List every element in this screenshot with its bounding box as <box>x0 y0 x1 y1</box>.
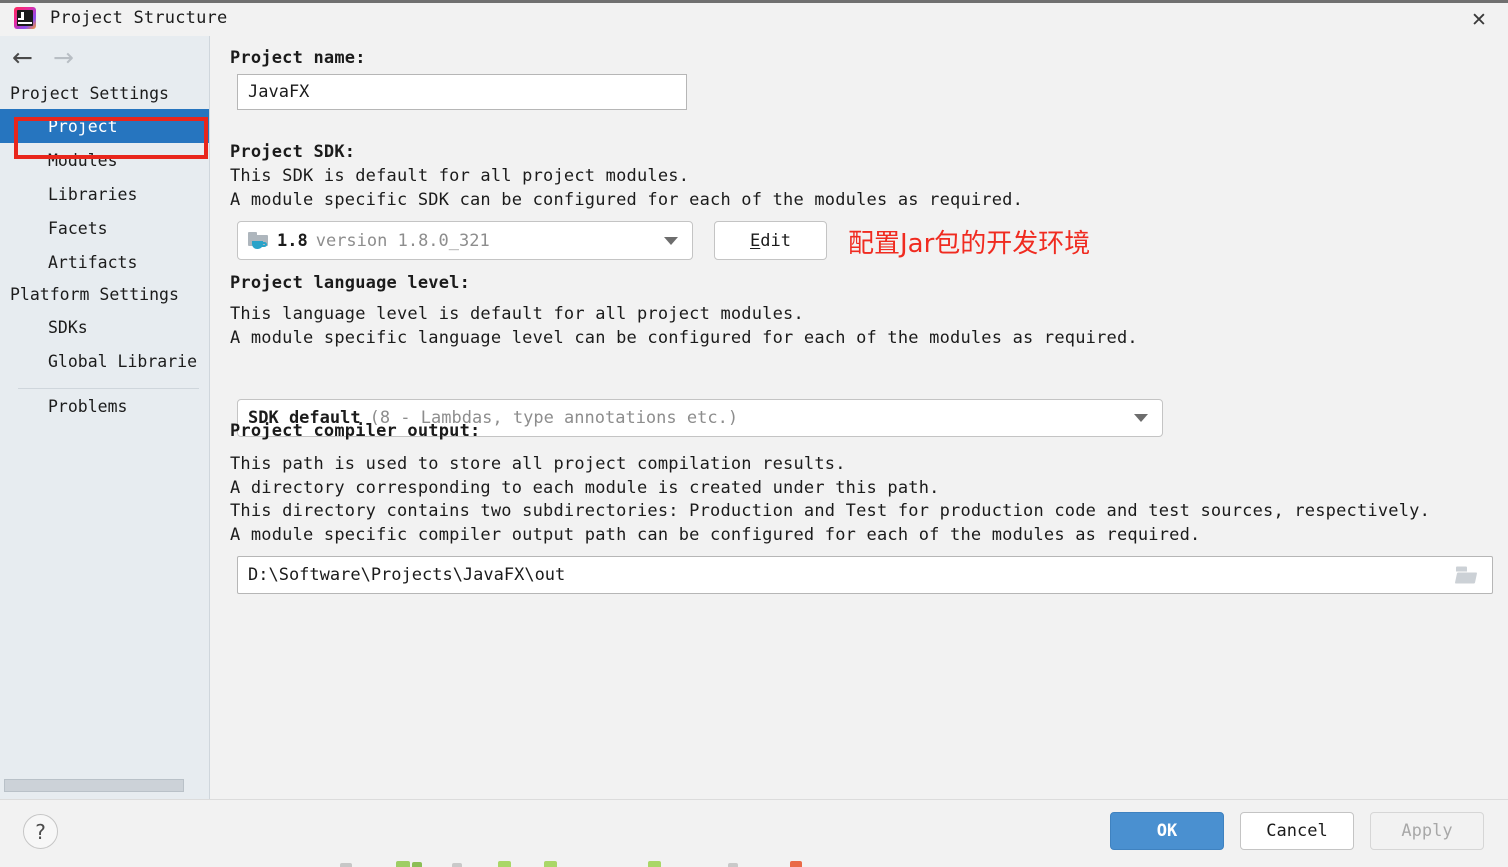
sidebar-item-modules[interactable]: Modules <box>0 143 209 177</box>
arrow-right-icon[interactable]: → <box>53 45 74 70</box>
ok-button[interactable]: OK <box>1110 812 1224 850</box>
intellij-idea-icon <box>14 7 36 29</box>
sidebar-item-label: Libraries <box>48 184 138 204</box>
sidebar-item-global-libraries[interactable]: Global Librarie <box>0 344 209 378</box>
help-button-label: ? <box>35 819 46 844</box>
taskbar-peek <box>0 858 1508 867</box>
project-sdk-desc-line2: A module specific SDK can be configured … <box>230 190 1024 210</box>
folder-browse-icon[interactable] <box>1454 566 1478 584</box>
language-level-desc-line1: This language level is default for all p… <box>230 304 804 324</box>
sidebar-item-label: Facets <box>48 218 108 238</box>
language-level-label: Project language level: <box>230 273 471 293</box>
compiler-output-desc-line2: A directory corresponding to each module… <box>230 478 940 498</box>
sidebar-item-label: Modules <box>48 150 118 170</box>
language-level-desc-line2: A module specific language level can be … <box>230 328 1138 348</box>
sidebar-item-sdks[interactable]: SDKs <box>0 310 209 344</box>
edit-button-mnemonic: E <box>750 230 761 251</box>
project-settings-panel: Project name: JavaFX Project SDK: This S… <box>211 36 1508 799</box>
sidebar-nav-buttons: ← → <box>0 36 209 78</box>
sidebar-item-label: Global Librarie <box>48 351 198 371</box>
annotation-note-sdk: 配置Jar包的开发环境 <box>848 229 1091 259</box>
compiler-output-desc-line4: A module specific compiler output path c… <box>230 525 1201 545</box>
cancel-button-label: Cancel <box>1266 821 1328 841</box>
sidebar-horizontal-scrollbar[interactable] <box>4 779 184 792</box>
sidebar-item-problems[interactable]: Problems <box>0 389 209 423</box>
sidebar-item-facets[interactable]: Facets <box>0 211 209 245</box>
sidebar-item-artifacts[interactable]: Artifacts <box>0 245 209 279</box>
title-bar: Project Structure ✕ <box>0 0 1508 36</box>
project-sdk-combo[interactable]: 1.8 version 1.8.0_321 <box>237 221 693 260</box>
edit-button-label-rest: dit <box>760 230 791 251</box>
compiler-output-input[interactable]: D:\Software\Projects\JavaFX\out <box>237 556 1493 594</box>
titlebar-accent-line <box>0 0 1508 3</box>
compiler-output-desc-line1: This path is used to store all project c… <box>230 454 846 474</box>
compiler-output-desc-line3: This directory contains two subdirectori… <box>230 501 1431 521</box>
chevron-down-icon[interactable] <box>664 236 678 245</box>
project-name-input[interactable]: JavaFX <box>237 74 687 110</box>
arrow-left-icon[interactable]: ← <box>12 45 33 70</box>
dialog-footer: ? OK Cancel Apply <box>0 799 1508 867</box>
compiler-output-value: D:\Software\Projects\JavaFX\out <box>248 565 566 585</box>
sidebar-group-project-settings: Project Settings <box>10 84 169 103</box>
apply-button-label: Apply <box>1401 821 1453 841</box>
sidebar-item-label: Problems <box>48 396 128 416</box>
project-name-value: JavaFX <box>248 82 310 102</box>
java-sdk-folder-icon <box>248 231 270 251</box>
project-sdk-desc-line1: This SDK is default for all project modu… <box>230 166 690 186</box>
project-sdk-version: version 1.8.0_321 <box>315 230 490 251</box>
window-title: Project Structure <box>50 8 228 28</box>
question-mark-icon[interactable]: ? <box>23 814 58 849</box>
project-sdk-label: Project SDK: <box>230 142 356 162</box>
project-name-label: Project name: <box>230 48 366 68</box>
cancel-button[interactable]: Cancel <box>1240 812 1354 850</box>
sidebar-group-platform-settings: Platform Settings <box>10 285 179 304</box>
sidebar-item-libraries[interactable]: Libraries <box>0 177 209 211</box>
ok-button-label: OK <box>1156 821 1178 841</box>
compiler-output-label: Project compiler output: <box>230 421 481 441</box>
sidebar-item-label: SDKs <box>48 317 88 337</box>
sidebar-item-project[interactable]: Project <box>0 109 209 143</box>
sidebar-item-label: Project <box>48 116 118 136</box>
close-icon[interactable]: ✕ <box>1450 3 1508 36</box>
project-structure-dialog: Project Structure ✕ ← → Project Settings… <box>0 0 1508 867</box>
settings-sidebar: ← → Project Settings Project Modules Lib… <box>0 36 210 799</box>
chevron-down-icon[interactable] <box>1134 414 1148 422</box>
edit-sdk-button[interactable]: Edit <box>714 221 827 260</box>
project-sdk-value: 1.8 <box>277 230 308 251</box>
apply-button: Apply <box>1370 812 1484 850</box>
sidebar-item-label: Artifacts <box>48 252 138 272</box>
